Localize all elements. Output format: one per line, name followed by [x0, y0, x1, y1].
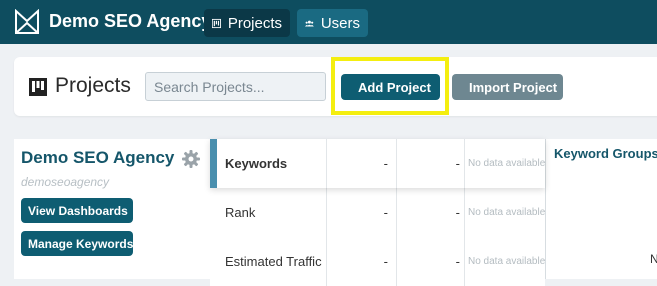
table-row[interactable]: Keywords - - No data available: [210, 139, 545, 188]
gear-icon[interactable]: [182, 150, 200, 168]
metric-chart-placeholder: No data available: [464, 188, 545, 237]
table-row[interactable]: Estimated Traffic - - No data available: [210, 237, 545, 286]
projects-icon: [29, 78, 47, 96]
project-slug: demoseoagency: [21, 175, 110, 189]
search-projects-input[interactable]: [145, 72, 326, 101]
projects-icon: [212, 18, 221, 28]
manage-keywords-button[interactable]: Manage Keywords: [21, 231, 133, 256]
metric-change: -: [396, 139, 464, 188]
project-name[interactable]: Demo SEO Agency: [21, 148, 174, 168]
nav-projects-label: Projects: [227, 14, 282, 32]
metric-chart-placeholder: No data available: [464, 139, 545, 188]
metric-change: -: [396, 237, 464, 286]
import-project-label: Import Project: [469, 79, 558, 95]
metric-change: -: [396, 188, 464, 237]
metric-value: -: [326, 188, 396, 237]
add-project-label: Add Project: [358, 79, 431, 95]
add-project-button[interactable]: Add Project: [341, 74, 440, 100]
metric-value: -: [326, 237, 396, 286]
logo-icon[interactable]: [14, 9, 40, 35]
nav-projects-button[interactable]: Projects: [204, 9, 290, 37]
metric-value: -: [326, 139, 396, 188]
row-accent: [210, 139, 217, 188]
keyword-groups-panel: Keyword Groups N: [545, 139, 657, 279]
brand-name[interactable]: Demo SEO Agency: [49, 11, 211, 32]
import-project-button[interactable]: Import Project: [452, 74, 563, 100]
keyword-groups-title: Keyword Groups: [554, 146, 657, 161]
page-title: Projects: [55, 74, 131, 97]
nav-users-label: Users: [320, 14, 360, 32]
keyword-groups-truncated-text: N: [650, 252, 657, 266]
metric-label: Estimated Traffic: [225, 254, 322, 269]
metric-label: Keywords: [225, 156, 288, 171]
top-navigation: Demo SEO Agency Projects Users: [0, 0, 657, 44]
table-row[interactable]: Rank - - No data available: [210, 188, 545, 237]
users-icon: [305, 20, 314, 27]
metrics-table: Keywords - - No data available Rank - - …: [210, 139, 545, 286]
project-card: Demo SEO Agency demoseoagency View Dashb…: [14, 139, 210, 279]
nav-users-button[interactable]: Users: [297, 9, 368, 37]
metric-chart-placeholder: No data available: [464, 237, 545, 286]
metric-label: Rank: [225, 205, 256, 220]
view-dashboards-button[interactable]: View Dashboards: [21, 198, 133, 223]
